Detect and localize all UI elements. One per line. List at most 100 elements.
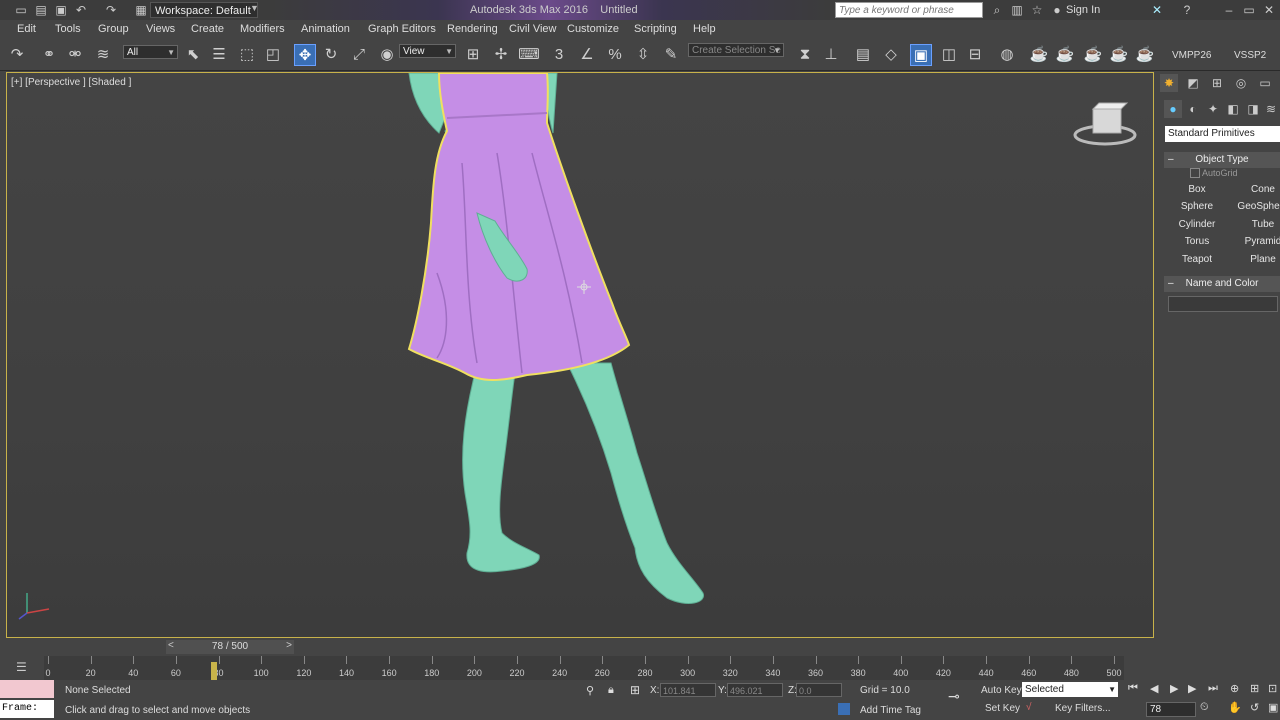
box-button[interactable]: Box xyxy=(1166,182,1228,198)
mirror-icon[interactable]: ⧗ xyxy=(794,44,816,66)
pan-icon[interactable]: ✋ xyxy=(1228,701,1242,714)
menu-customize[interactable]: Customize xyxy=(567,23,619,35)
pyramid-button[interactable]: Pyramid xyxy=(1232,234,1280,250)
object-name-field[interactable] xyxy=(1168,296,1278,312)
schematic-view-icon[interactable]: ⊟ xyxy=(964,44,986,66)
lock-selection-icon[interactable]: 🔒︎ xyxy=(608,684,614,697)
cone-button[interactable]: Cone xyxy=(1232,182,1280,198)
name-color-rollout[interactable]: – Name and Color xyxy=(1164,276,1280,292)
search-input[interactable]: Type a keyword or phrase xyxy=(835,2,983,18)
time-config-icon[interactable]: ⏲ xyxy=(1200,701,1209,714)
new-file-icon[interactable]: ▭ xyxy=(14,3,28,17)
maximize-icon[interactable]: ▭ xyxy=(1242,3,1256,17)
zoom-all-icon[interactable]: ⊞ xyxy=(1250,682,1259,695)
isolate-icon[interactable]: ⚲ xyxy=(586,684,594,697)
rendered-frame-window-icon[interactable]: ☕ xyxy=(1054,44,1076,66)
render-preset-2[interactable]: VSSP2 xyxy=(1234,50,1266,61)
maximize-viewport-icon[interactable]: ▣ xyxy=(1268,701,1278,714)
next-frame-button-icon[interactable]: ▶ xyxy=(1188,682,1196,695)
mini-curve-editor-icon[interactable]: ☰ xyxy=(16,660,27,674)
scene-explorer-icon[interactable]: ◇ xyxy=(880,44,902,66)
torus-button[interactable]: Torus xyxy=(1166,234,1228,250)
auto-key-button[interactable]: Auto Key xyxy=(981,685,1022,696)
spinner-snap-icon[interactable]: ⇳ xyxy=(632,44,654,66)
menu-graph-editors[interactable]: Graph Editors xyxy=(368,23,436,35)
add-time-tag[interactable]: Add Time Tag xyxy=(860,705,921,716)
key-mode-dropdown[interactable]: Selected ▼ xyxy=(1022,682,1118,697)
go-to-end-icon[interactable]: ⏭ xyxy=(1208,682,1218,695)
render-activeshade-icon[interactable]: ☕ xyxy=(1134,44,1156,66)
snaps-toggle-icon[interactable]: 3 xyxy=(548,44,570,66)
render-production-icon[interactable]: ☕ xyxy=(1082,44,1104,66)
close-icon[interactable]: ✕ xyxy=(1262,3,1276,17)
user-icon[interactable]: ● xyxy=(1050,3,1064,17)
named-selection-dropdown[interactable]: Create Selection Se ▼ xyxy=(688,43,784,57)
material-editor-icon[interactable]: ◍ xyxy=(996,44,1018,66)
reference-coordinate-dropdown[interactable]: View ▼ xyxy=(399,44,456,58)
layer-manager-icon[interactable]: ▤ xyxy=(852,44,874,66)
percent-snap-icon[interactable]: % xyxy=(604,44,626,66)
redo-icon[interactable]: ↷ xyxy=(104,3,118,17)
set-key-button[interactable]: Set Key xyxy=(985,703,1020,714)
window-crossing-icon[interactable]: ◰ xyxy=(262,44,284,66)
render-preset-1[interactable]: VMPP26 xyxy=(1172,50,1211,61)
edit-named-selection-icon[interactable]: ✎ xyxy=(660,44,682,66)
key-filters-button[interactable]: Key Filters... xyxy=(1055,703,1111,714)
keyboard-shortcut-icon[interactable]: ⌨ xyxy=(518,44,540,66)
select-and-scale-icon[interactable]: ⤢ xyxy=(348,44,370,66)
binoculars-icon[interactable]: ⌕ xyxy=(990,3,1004,17)
undo-icon[interactable]: ↶ xyxy=(74,3,88,17)
primitive-type-dropdown[interactable]: Standard Primitives xyxy=(1165,126,1280,142)
selection-filter-dropdown[interactable]: All ▼ xyxy=(123,45,178,59)
select-and-move-icon[interactable]: ✥ xyxy=(294,44,316,66)
project-folder-icon[interactable]: ▦ xyxy=(134,3,148,17)
render-iterative-icon[interactable]: ☕ xyxy=(1108,44,1130,66)
lights-icon[interactable]: ✦ xyxy=(1204,100,1222,118)
align-icon[interactable]: ⊥ xyxy=(820,44,842,66)
plane-button[interactable]: Plane xyxy=(1232,252,1280,268)
rectangular-region-icon[interactable]: ⬚ xyxy=(236,44,258,66)
pivot-center-icon[interactable]: ⊞ xyxy=(462,44,484,66)
geosphere-button[interactable]: GeoSphere xyxy=(1232,199,1280,215)
graphite-toolbar-icon[interactable]: ▣ xyxy=(910,44,932,66)
menu-create[interactable]: Create xyxy=(191,23,224,35)
select-and-rotate-icon[interactable]: ↻ xyxy=(320,44,342,66)
play-icon[interactable]: ▶ xyxy=(1170,682,1178,695)
time-cursor[interactable] xyxy=(211,662,218,680)
time-tag-icon[interactable] xyxy=(838,703,850,715)
open-file-icon[interactable]: ▤ xyxy=(34,3,48,17)
menu-modifiers[interactable]: Modifiers xyxy=(240,23,285,35)
spacewarps-icon[interactable]: ≋ xyxy=(1262,100,1280,118)
sphere-button[interactable]: Sphere xyxy=(1166,199,1228,215)
star-icon[interactable]: ☆ xyxy=(1030,3,1044,17)
object-type-rollout[interactable]: – Object Type xyxy=(1164,152,1280,168)
curve-editor-icon[interactable]: ◫ xyxy=(938,44,960,66)
viewcube[interactable] xyxy=(1073,102,1137,146)
teapot-button[interactable]: Teapot xyxy=(1166,252,1228,268)
shapes-icon[interactable]: ◐ xyxy=(1184,100,1202,118)
exchange-icon[interactable]: ✕ xyxy=(1150,3,1164,17)
helpers-icon[interactable]: ◨ xyxy=(1244,100,1262,118)
menu-tools[interactable]: Tools xyxy=(55,23,81,35)
menu-animation[interactable]: Animation xyxy=(301,23,350,35)
create-tab-icon[interactable]: ✸ xyxy=(1160,74,1178,92)
menu-civil-view[interactable]: Civil View xyxy=(509,23,556,35)
sign-in-link[interactable]: Sign In xyxy=(1066,4,1100,16)
subscription-icon[interactable]: ▥ xyxy=(1010,3,1024,17)
maxscript-listener[interactable] xyxy=(0,680,54,698)
orbit-icon[interactable]: ↺ xyxy=(1250,701,1259,714)
minimize-icon[interactable]: – xyxy=(1222,3,1236,17)
previous-frame-icon[interactable]: ◀ xyxy=(1150,682,1158,695)
timeline-track[interactable]: 0 20 40 60 80 100 120 140 160 180 200 220 240 260 280 3… xyxy=(44,656,1124,680)
key-icon[interactable]: ⊸ xyxy=(948,688,960,705)
render-setup-icon[interactable]: ☕ xyxy=(1028,44,1050,66)
cameras-icon[interactable]: ◧ xyxy=(1224,100,1242,118)
absolute-mode-icon[interactable]: ⊞ xyxy=(630,683,640,697)
hierarchy-tab-icon[interactable]: ⊞ xyxy=(1208,74,1226,92)
geometry-icon[interactable]: ● xyxy=(1164,100,1182,118)
select-and-place-icon[interactable]: ◉ xyxy=(376,44,398,66)
perspective-viewport[interactable]: [+] [Perspective ] [Shaded ] xyxy=(6,72,1154,638)
cylinder-button[interactable]: Cylinder xyxy=(1166,217,1228,233)
menu-edit[interactable]: Edit xyxy=(17,23,36,35)
modify-tab-icon[interactable]: ◩ xyxy=(1184,74,1202,92)
